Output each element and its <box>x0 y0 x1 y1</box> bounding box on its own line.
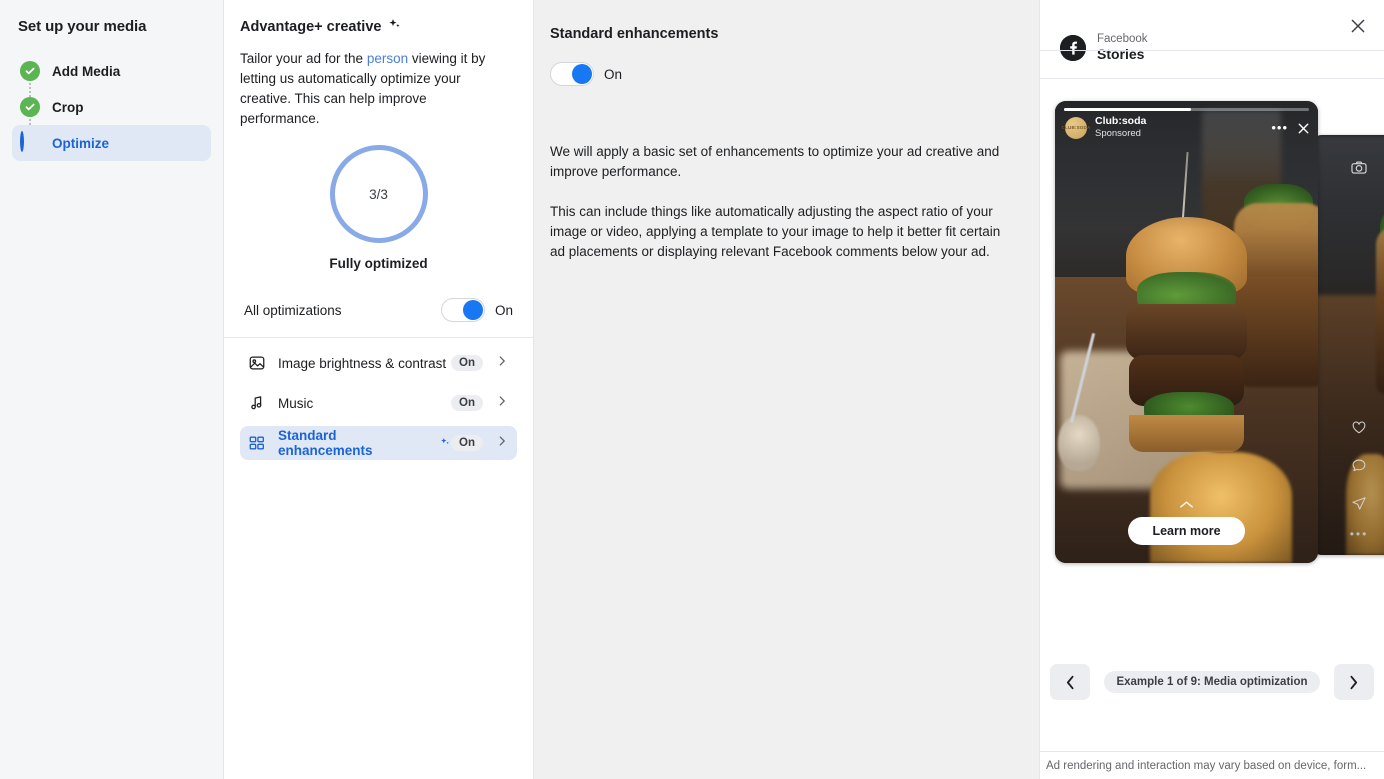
story-card-middle: ••• <box>1311 135 1384 555</box>
panel-description: Tailor your ad for the person viewing it… <box>240 49 502 129</box>
story-header: CLUB:SODA Club:soda Sponsored ••• <box>1065 115 1310 140</box>
sidebar-item-label: Optimize <box>52 136 109 151</box>
desc-part-1: Tailor your ad for the <box>240 51 367 66</box>
preview-placement-header: Facebook Stories <box>1040 17 1384 79</box>
option-label: Music <box>278 396 451 411</box>
image-icon <box>248 354 266 372</box>
half-circle-icon <box>20 133 40 153</box>
preview-top-divider <box>1040 50 1384 51</box>
sparkle-icon <box>387 17 402 36</box>
preview-footer-text: Ad rendering and interaction may vary ba… <box>1046 760 1366 772</box>
close-icon[interactable] <box>1296 121 1310 135</box>
option-state-badge: On <box>451 395 483 411</box>
story-cta: Learn more <box>1055 496 1318 545</box>
all-optimizations-label: All optimizations <box>244 303 441 318</box>
story-brand-meta: Club:soda Sponsored <box>1095 115 1263 140</box>
sidebar-title: Set up your media <box>12 14 211 35</box>
standard-enhancements-detail: Standard enhancements On We will apply a… <box>534 0 1040 779</box>
check-circle-icon <box>20 61 40 81</box>
story-photo-front <box>1055 101 1318 563</box>
standard-enhancements-toggle-row: On <box>550 62 1017 86</box>
sidebar-item-label: Add Media <box>52 64 120 79</box>
optimization-score: 3/3 Fully optimized <box>240 145 517 271</box>
main-paragraph-2: This can include things like automatical… <box>550 202 1017 262</box>
chevron-up-icon <box>1179 496 1194 514</box>
option-row-standard-enhancements[interactable]: Standard enhancements On <box>240 426 517 460</box>
preview-platform: Facebook <box>1097 32 1148 46</box>
preview-footer-note: Ad rendering and interaction may vary ba… <box>1040 751 1384 779</box>
chevron-right-icon <box>495 354 509 373</box>
chevron-right-icon <box>495 434 509 453</box>
sparkle-icon <box>439 436 451 451</box>
standard-enhancements-toggle[interactable] <box>550 62 594 86</box>
preview-placement: Stories <box>1097 46 1148 63</box>
grid-icon <box>248 434 266 452</box>
learn-more-button[interactable]: Learn more <box>1128 517 1244 545</box>
story-progress-bar <box>1064 108 1309 111</box>
main-paragraph-1: We will apply a basic set of enhancement… <box>550 142 1017 182</box>
sidebar-item-add-media[interactable]: Add Media <box>12 53 211 89</box>
option-label: Standard enhancements <box>278 428 451 458</box>
panel-divider <box>224 337 533 338</box>
setup-steps-list: Add Media Crop Optimize <box>12 53 211 161</box>
main-title: Standard enhancements <box>550 26 1017 42</box>
send-icon[interactable] <box>1351 495 1368 517</box>
story-sponsored-label: Sponsored <box>1095 128 1263 140</box>
story-brand-name: Club:soda <box>1095 115 1263 128</box>
more-dots-icon[interactable]: ••• <box>1350 527 1369 541</box>
preview-placement-text: Facebook Stories <box>1097 32 1148 63</box>
all-optimizations-state: On <box>495 303 513 318</box>
sidebar-item-optimize[interactable]: Optimize <box>12 125 211 161</box>
person-link[interactable]: person <box>367 51 408 66</box>
optimization-ring: 3/3 <box>330 145 428 243</box>
panel-title-text: Advantage+ creative <box>240 19 381 35</box>
close-dialog-button[interactable] <box>1342 10 1374 42</box>
optimization-options-list: Image brightness & contrast On Music On <box>240 346 517 460</box>
all-optimizations-toggle[interactable] <box>441 298 485 322</box>
previous-example-button[interactable] <box>1050 664 1090 700</box>
option-row-music[interactable]: Music On <box>240 386 517 420</box>
sidebar-item-crop[interactable]: Crop <box>12 89 211 125</box>
optimization-ring-caption: Fully optimized <box>329 256 427 271</box>
facebook-icon <box>1060 35 1086 61</box>
panel-title: Advantage+ creative <box>240 17 517 36</box>
advantage-creative-panel: Advantage+ creative Tailor your ad for t… <box>224 0 534 779</box>
story-photo-middle <box>1311 135 1384 555</box>
option-state-badge: On <box>451 355 483 371</box>
option-row-image-brightness[interactable]: Image brightness & contrast On <box>240 346 517 380</box>
standard-enhancements-toggle-state: On <box>604 67 622 82</box>
setup-sidebar: Set up your media Add Media Crop <box>0 0 224 779</box>
option-label: Image brightness & contrast <box>278 356 451 371</box>
advantage-plus-creative-dialog: Set up your media Add Media Crop <box>0 0 1384 779</box>
chevron-right-icon <box>495 394 509 413</box>
heart-icon[interactable] <box>1351 419 1368 441</box>
sidebar-item-label: Crop <box>52 100 84 115</box>
story-action-icons <box>1351 419 1368 517</box>
comment-icon[interactable] <box>1351 457 1368 479</box>
more-dots-icon[interactable]: ••• <box>1271 123 1288 133</box>
optimization-ring-value: 3/3 <box>369 187 388 202</box>
main-description: We will apply a basic set of enhancement… <box>550 142 1017 262</box>
all-optimizations-row: All optimizations On <box>240 297 517 323</box>
story-card-front: CLUB:SODA Club:soda Sponsored ••• Learn … <box>1055 101 1318 563</box>
camera-icon[interactable] <box>1350 159 1368 182</box>
check-circle-icon <box>20 97 40 117</box>
avatar: CLUB:SODA <box>1065 117 1087 139</box>
story-preview-stage: ••• <box>1040 101 1384 601</box>
preview-navigation: Example 1 of 9: Media optimization <box>1040 664 1384 700</box>
next-example-button[interactable] <box>1334 664 1374 700</box>
option-state-badge: On <box>451 435 483 451</box>
example-counter-label: Example 1 of 9: Media optimization <box>1104 671 1319 693</box>
ad-preview-panel: Facebook Stories <box>1040 0 1384 779</box>
music-note-icon <box>248 394 266 412</box>
